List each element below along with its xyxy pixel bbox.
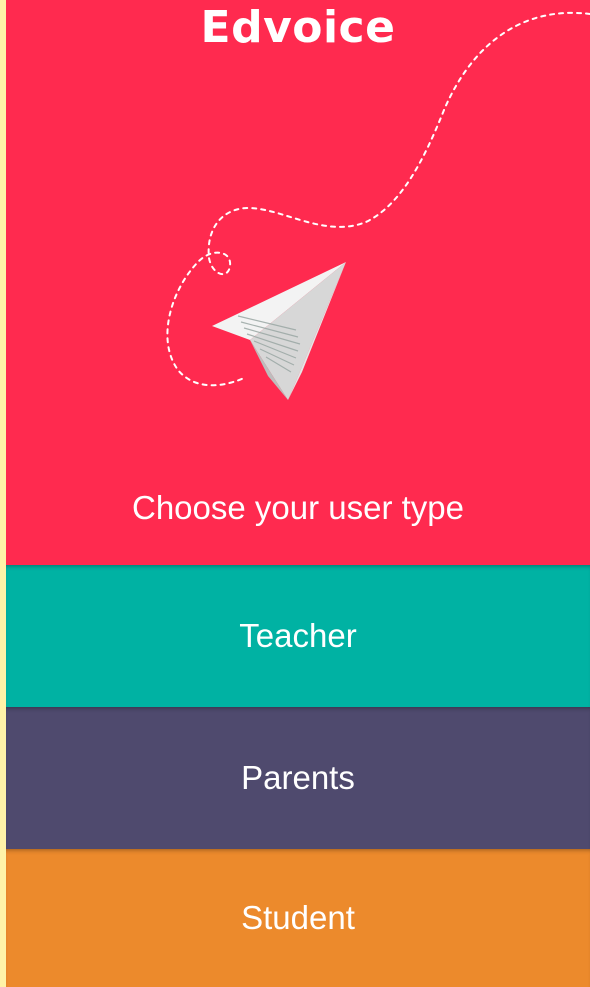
parents-button[interactable]: Parents [6, 707, 590, 849]
paper-plane-icon [166, 11, 590, 400]
user-type-screen: Edvoice Choose your user type Teacher Pa… [6, 0, 590, 987]
choose-user-type-label: Choose your user type [131, 489, 464, 526]
teacher-button-label: Teacher [239, 617, 357, 654]
student-button[interactable]: Student [6, 849, 590, 987]
hero-panel: Edvoice Choose your user type [6, 0, 590, 565]
teacher-button[interactable]: Teacher [6, 565, 590, 707]
student-button-label: Student [241, 899, 355, 936]
parents-button-label: Parents [241, 759, 355, 796]
